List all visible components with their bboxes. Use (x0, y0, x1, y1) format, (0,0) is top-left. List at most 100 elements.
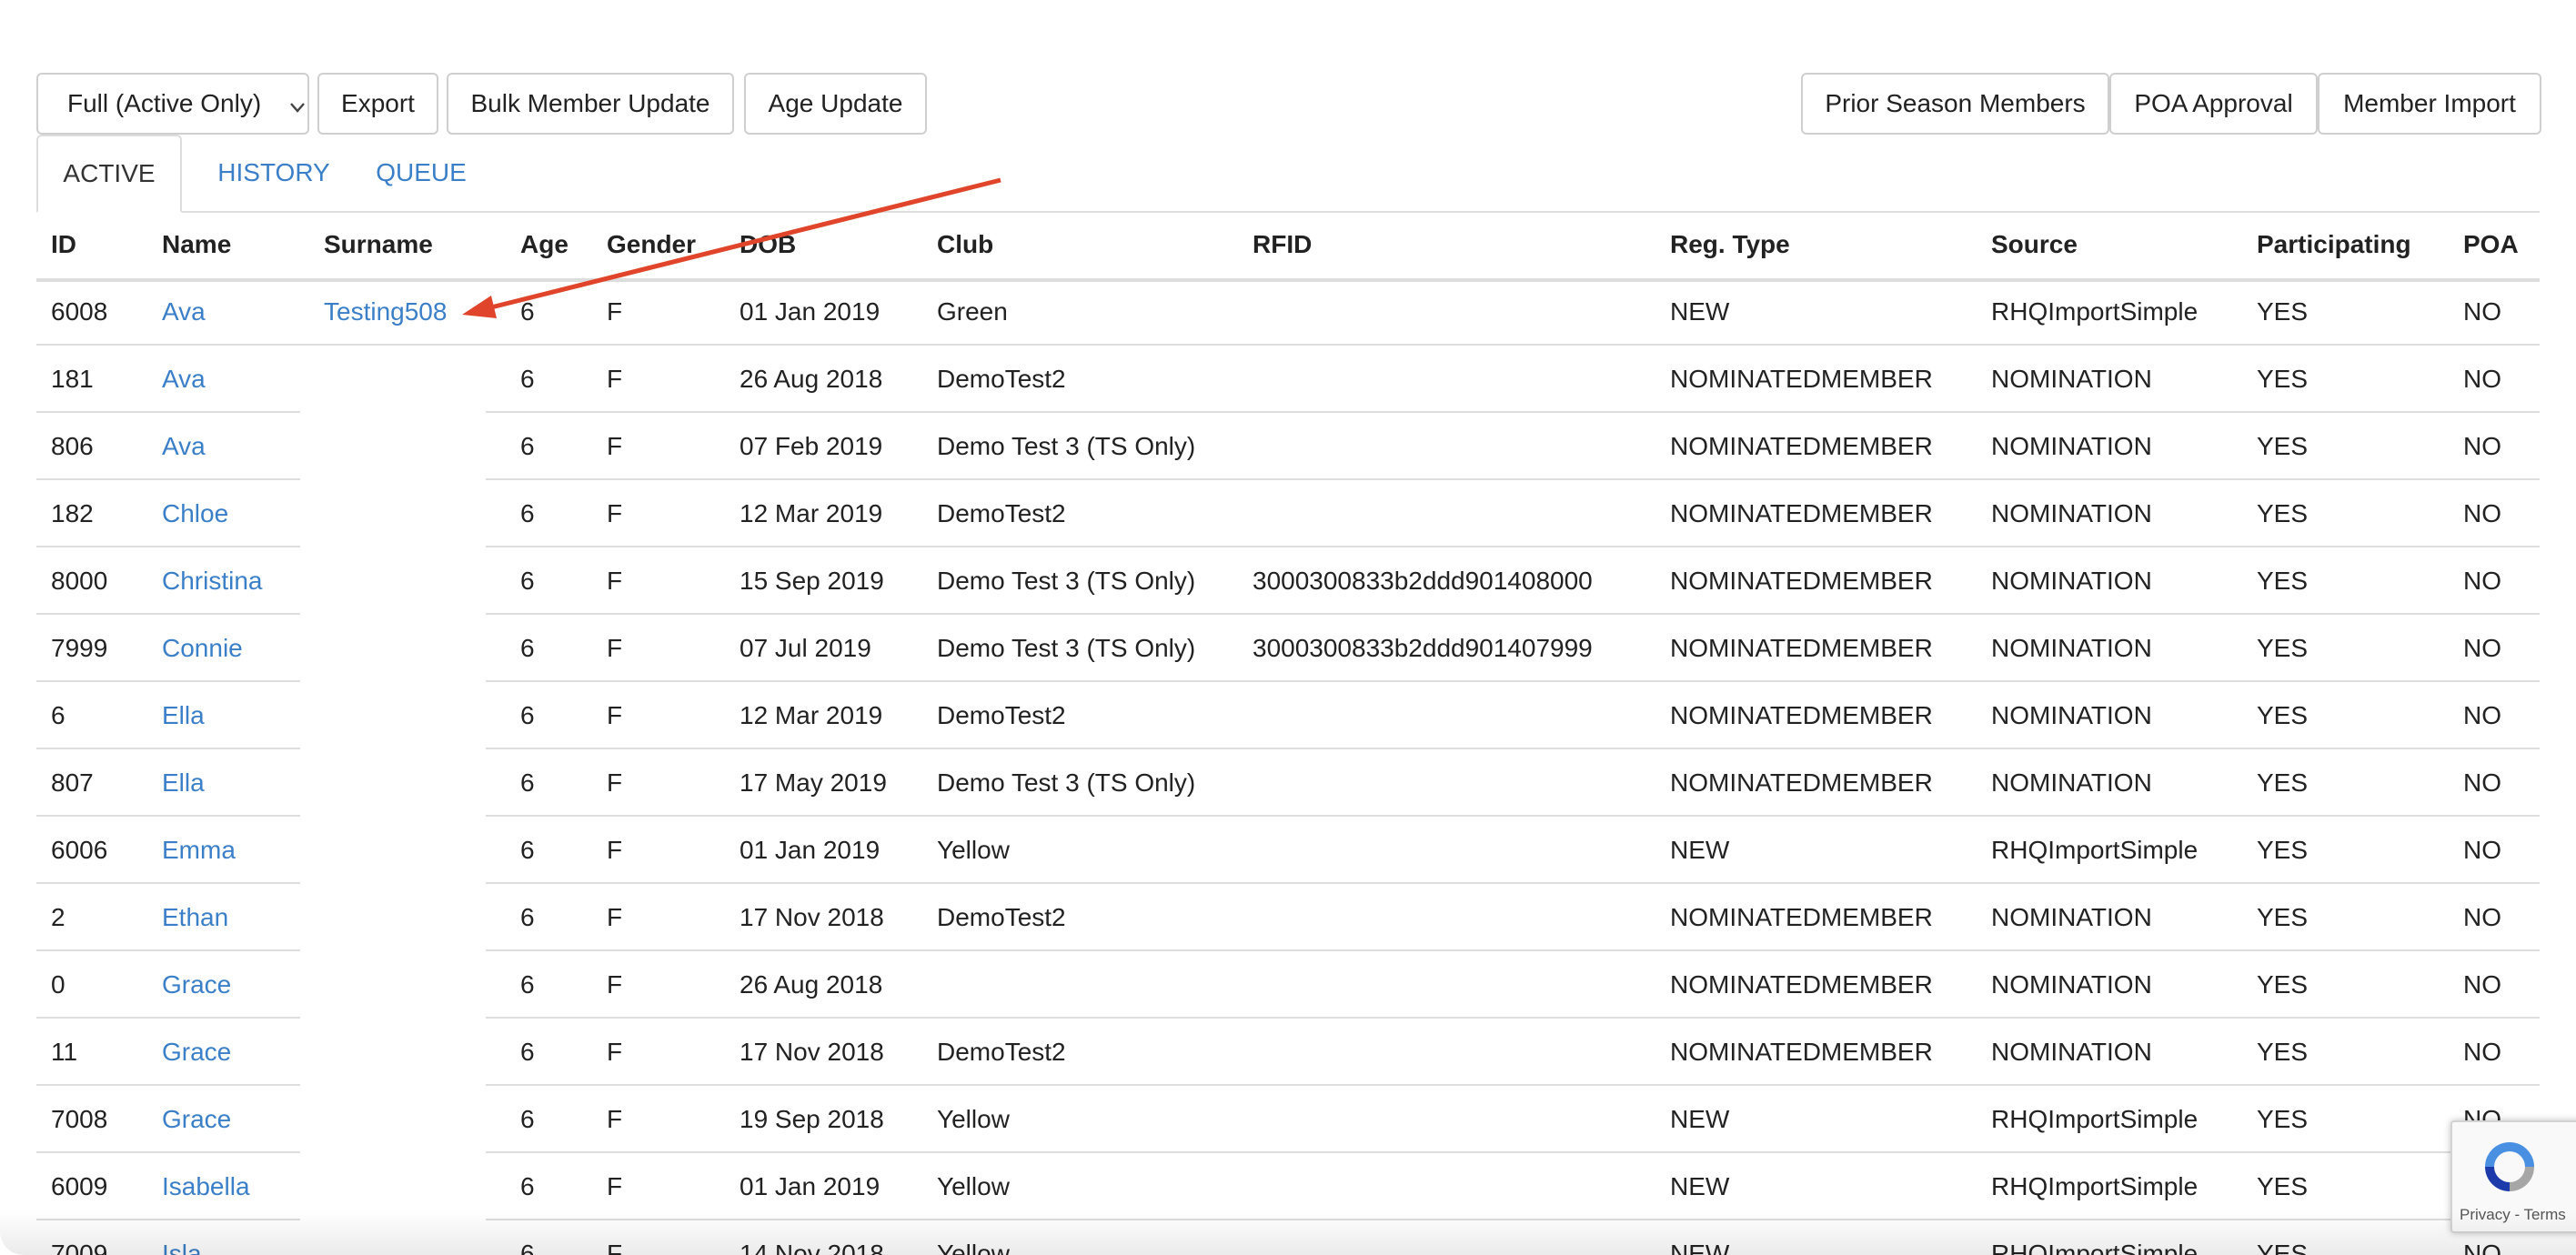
cell-age: 6 (520, 499, 535, 527)
col-header-club[interactable]: Club (937, 211, 993, 278)
cell-name[interactable]: Ava (162, 346, 206, 413)
cell-id: 807 (51, 768, 94, 797)
cell-reg-type: NOMINATEDMEMBER (1670, 432, 1933, 460)
cell-source: NOMINATION (1991, 768, 2152, 797)
cell-club: Demo Test 3 (TS Only) (937, 567, 1196, 595)
bulk-member-update-button[interactable]: Bulk Member Update (447, 73, 734, 135)
export-button[interactable]: Export (317, 73, 438, 135)
cell-gender: F (607, 1038, 623, 1066)
cell-gender: F (607, 903, 623, 931)
table-row: 181 Ava 6 F 26 Aug 2018 DemoTest2 NOMINATEDMEM… (36, 346, 2540, 413)
cell-age: 6 (520, 1172, 535, 1200)
col-header-dob[interactable]: DOB (740, 211, 796, 278)
col-header-age[interactable]: Age (520, 211, 569, 278)
table-row: 807 Ella 6 F 17 May 2019 Demo Test 3 (TS Only… (36, 749, 2540, 817)
col-header-reg-type[interactable]: Reg. Type (1670, 211, 1790, 278)
cell-poa: NO (2463, 1038, 2501, 1066)
age-update-button[interactable]: Age Update (744, 73, 927, 135)
cell-id: 806 (51, 432, 94, 460)
cell-id: 0 (51, 970, 65, 999)
cell-gender: F (607, 1240, 623, 1255)
cell-poa: NO (2463, 701, 2501, 729)
cell-dob: 07 Jul 2019 (740, 634, 871, 662)
cell-dob: 17 Nov 2018 (740, 1038, 884, 1066)
view-select[interactable]: Full (Active Only) (36, 73, 309, 135)
cell-reg-type: NEW (1670, 836, 1730, 864)
cell-participating: YES (2257, 432, 2309, 460)
cell-club: DemoTest2 (937, 1038, 1066, 1066)
poa-approval-button[interactable]: POA Approval (2109, 73, 2318, 135)
table-row: 182 Chloe 6 F 12 Mar 2019 DemoTest2 NOMINATEDM… (36, 480, 2540, 547)
cell-name[interactable]: Chloe (162, 480, 228, 547)
cell-source: NOMINATION (1991, 701, 2152, 729)
cell-name[interactable]: Ethan (162, 884, 228, 951)
cell-poa: NO (2463, 365, 2501, 393)
col-header-name[interactable]: Name (162, 211, 231, 278)
cell-participating: YES (2257, 970, 2309, 999)
cell-age: 6 (520, 768, 535, 797)
cell-dob: 19 Sep 2018 (740, 1105, 884, 1133)
cell-age: 6 (520, 432, 535, 460)
cell-dob: 12 Mar 2019 (740, 499, 883, 527)
cell-gender: F (607, 701, 623, 729)
cell-id: 2 (51, 903, 65, 931)
cell-source: NOMINATION (1991, 1038, 2152, 1066)
col-header-poa[interactable]: POA (2463, 211, 2519, 278)
cell-name[interactable]: Grace (162, 951, 231, 1019)
cell-name[interactable]: Emma (162, 817, 236, 884)
cell-name[interactable]: Ava (162, 278, 206, 346)
cell-source: RHQImportSimple (1991, 1105, 2199, 1133)
cell-name[interactable]: Grace (162, 1019, 231, 1086)
cell-name[interactable]: Isla (162, 1220, 202, 1255)
cell-participating: YES (2257, 903, 2309, 931)
table-row: 7999 Connie 6 F 07 Jul 2019 Demo Test 3 (TS O… (36, 615, 2540, 682)
cell-name[interactable]: Grace (162, 1086, 231, 1153)
cell-club: DemoTest2 (937, 365, 1066, 393)
col-header-participating[interactable]: Participating (2257, 211, 2411, 278)
cell-name[interactable]: Connie (162, 615, 243, 682)
cell-id: 8000 (51, 567, 108, 595)
recaptcha-terms[interactable]: Privacy - Terms (2460, 1206, 2566, 1224)
cell-reg-type: NOMINATEDMEMBER (1670, 970, 1933, 999)
tab-queue[interactable]: QUEUE (358, 135, 484, 211)
table-row: 6009 Isabella 6 F 01 Jan 2019 Yellow NEW RHQImp… (36, 1153, 2540, 1220)
cell-name[interactable]: Christina (162, 547, 262, 615)
page: Full (Active Only) Export Bulk Member Up… (0, 0, 2576, 1255)
cell-age: 6 (520, 1105, 535, 1133)
cell-source: NOMINATION (1991, 499, 2152, 527)
cell-age: 6 (520, 836, 535, 864)
tab-active[interactable]: ACTIVE (36, 135, 182, 213)
col-header-surname[interactable]: Surname (324, 211, 433, 278)
cell-participating: YES (2257, 768, 2309, 797)
col-header-gender[interactable]: Gender (607, 211, 696, 278)
cell-source: NOMINATION (1991, 634, 2152, 662)
cell-dob: 15 Sep 2019 (740, 567, 884, 595)
prior-season-members-button[interactable]: Prior Season Members (1801, 73, 2109, 135)
cell-id: 11 (51, 1038, 78, 1066)
cell-poa: NO (2463, 499, 2501, 527)
cell-age: 6 (520, 297, 535, 326)
cell-dob: 01 Jan 2019 (740, 836, 880, 864)
cell-surname[interactable]: Testing508 (324, 278, 447, 346)
cell-source: RHQImportSimple (1991, 836, 2199, 864)
cell-participating: YES (2257, 499, 2309, 527)
cell-age: 6 (520, 1240, 535, 1255)
cell-name[interactable]: Ava (162, 413, 206, 480)
tab-history[interactable]: HISTORY (195, 135, 353, 211)
cell-poa: NO (2463, 903, 2501, 931)
cell-name[interactable]: Ella (162, 749, 205, 817)
recaptcha-badge[interactable]: Privacy - Terms (2450, 1120, 2576, 1233)
cell-source: NOMINATION (1991, 903, 2152, 931)
col-header-rfid[interactable]: RFID (1253, 211, 1312, 278)
cell-name[interactable]: Ella (162, 682, 205, 749)
col-header-source[interactable]: Source (1991, 211, 2078, 278)
cell-gender: F (607, 836, 623, 864)
member-import-button[interactable]: Member Import (2318, 73, 2541, 135)
cell-club: Demo Test 3 (TS Only) (937, 768, 1196, 797)
cell-gender: F (607, 634, 623, 662)
cell-source: RHQImportSimple (1991, 1240, 2199, 1255)
cell-club: Yellow (937, 836, 1010, 864)
cell-name[interactable]: Isabella (162, 1153, 250, 1220)
cell-club: Demo Test 3 (TS Only) (937, 634, 1196, 662)
col-header-id[interactable]: ID (51, 211, 76, 278)
